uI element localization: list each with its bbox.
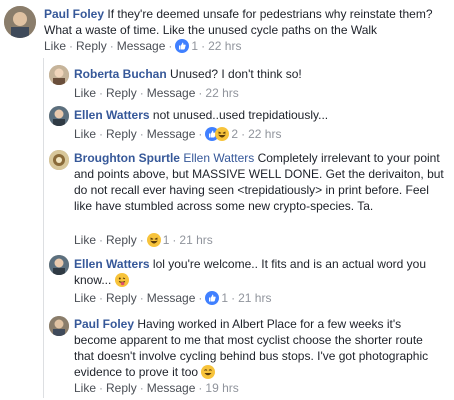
- like-button[interactable]: Like: [44, 39, 66, 53]
- like-reaction-icon[interactable]: [175, 39, 190, 57]
- reply-button[interactable]: Reply: [76, 39, 107, 53]
- reply-button[interactable]: Reply: [106, 233, 137, 247]
- avatar[interactable]: [49, 106, 69, 126]
- comment-text: Unused? I don't think so!: [166, 67, 302, 81]
- reply-button[interactable]: Reply: [106, 86, 137, 100]
- reaction-count[interactable]: 1: [191, 39, 198, 53]
- message-button[interactable]: Message: [147, 291, 196, 305]
- separator: ·: [139, 233, 144, 247]
- comment-author[interactable]: Broughton Spurtle: [74, 151, 180, 165]
- comment-author[interactable]: Paul Foley: [74, 317, 134, 331]
- like-button[interactable]: Like: [74, 127, 96, 141]
- like-button[interactable]: Like: [74, 233, 96, 247]
- separator: ·: [99, 233, 104, 247]
- reply-thread-line: [43, 58, 44, 398]
- reaction-count[interactable]: 1: [163, 233, 170, 247]
- separator: ·: [139, 381, 144, 395]
- separator: ·: [139, 127, 144, 141]
- reaction-count[interactable]: 2: [231, 127, 238, 141]
- separator: ·: [198, 86, 203, 100]
- comment-actions: Like · Reply · Message · 19 hrs: [74, 380, 239, 396]
- timestamp[interactable]: 22 hrs: [205, 86, 238, 100]
- message-button[interactable]: Message: [147, 381, 196, 395]
- separator: ·: [172, 233, 177, 247]
- tongue-emoji-icon: [114, 273, 129, 291]
- separator: ·: [139, 86, 144, 100]
- message-button[interactable]: Message: [147, 127, 196, 141]
- avatar[interactable]: [49, 316, 69, 336]
- separator: ·: [198, 127, 203, 141]
- comment-actions: Like · Reply · Message · 2 · 22 hrs: [74, 126, 281, 145]
- comment-body: Ellen Watters not unused..used trepidati…: [74, 107, 446, 123]
- comment-body: Ellen Watters lol you're welcome.. It fi…: [74, 256, 446, 291]
- separator: ·: [241, 127, 246, 141]
- avatar[interactable]: [49, 255, 69, 275]
- comment-body: Paul Foley If they're deemed unsafe for …: [44, 6, 446, 38]
- comment-actions: Like · Reply · Message · 1 · 21 hrs: [74, 290, 271, 309]
- timestamp[interactable]: 21 hrs: [179, 233, 212, 247]
- comment-actions: Like · Reply · 1 · 21 hrs: [74, 232, 213, 251]
- comment-actions: Like · Reply · Message · 22 hrs: [74, 85, 239, 101]
- like-button[interactable]: Like: [74, 86, 96, 100]
- avatar[interactable]: [49, 150, 69, 170]
- like-reaction-icon[interactable]: [205, 291, 220, 309]
- haha-reaction-icon[interactable]: [215, 127, 230, 145]
- comment-author[interactable]: Ellen Watters: [74, 257, 150, 271]
- separator: ·: [139, 291, 144, 305]
- separator: ·: [198, 291, 203, 305]
- comment-author[interactable]: Roberta Buchan: [74, 67, 167, 81]
- timestamp[interactable]: 21 hrs: [238, 291, 271, 305]
- separator: ·: [198, 381, 203, 395]
- comment-body: Broughton Spurtle Ellen Watters Complete…: [74, 150, 444, 214]
- separator: ·: [99, 381, 104, 395]
- comment-body: Roberta Buchan Unused? I don't think so!: [74, 66, 446, 82]
- like-button[interactable]: Like: [74, 381, 96, 395]
- separator: ·: [231, 291, 236, 305]
- timestamp[interactable]: 19 hrs: [205, 381, 238, 395]
- avatar[interactable]: [49, 65, 69, 85]
- comment-author[interactable]: Ellen Watters: [74, 108, 150, 122]
- haha-reaction-icon[interactable]: [146, 233, 161, 251]
- comment-text: not unused..used trepidatiously...: [149, 108, 329, 122]
- comment-actions: Like · Reply · Message · 1 · 22 hrs: [44, 38, 241, 57]
- reply-button[interactable]: Reply: [106, 381, 137, 395]
- comment-author[interactable]: Paul Foley: [44, 7, 104, 21]
- message-button[interactable]: Message: [147, 86, 196, 100]
- separator: ·: [99, 86, 104, 100]
- like-button[interactable]: Like: [74, 291, 96, 305]
- comment-body: Paul Foley Having worked in Albert Place…: [74, 316, 446, 383]
- avatar[interactable]: [4, 6, 36, 38]
- reply-button[interactable]: Reply: [106, 127, 137, 141]
- reply-button[interactable]: Reply: [106, 291, 137, 305]
- reaction-count[interactable]: 1: [221, 291, 228, 305]
- message-button[interactable]: Message: [117, 39, 166, 53]
- separator: ·: [168, 39, 173, 53]
- comment-mention[interactable]: Ellen Watters: [183, 151, 254, 165]
- timestamp[interactable]: 22 hrs: [248, 127, 281, 141]
- separator: ·: [99, 291, 104, 305]
- separator: ·: [69, 39, 74, 53]
- timestamp[interactable]: 22 hrs: [208, 39, 241, 53]
- separator: ·: [99, 127, 104, 141]
- separator: ·: [109, 39, 114, 53]
- separator: ·: [201, 39, 206, 53]
